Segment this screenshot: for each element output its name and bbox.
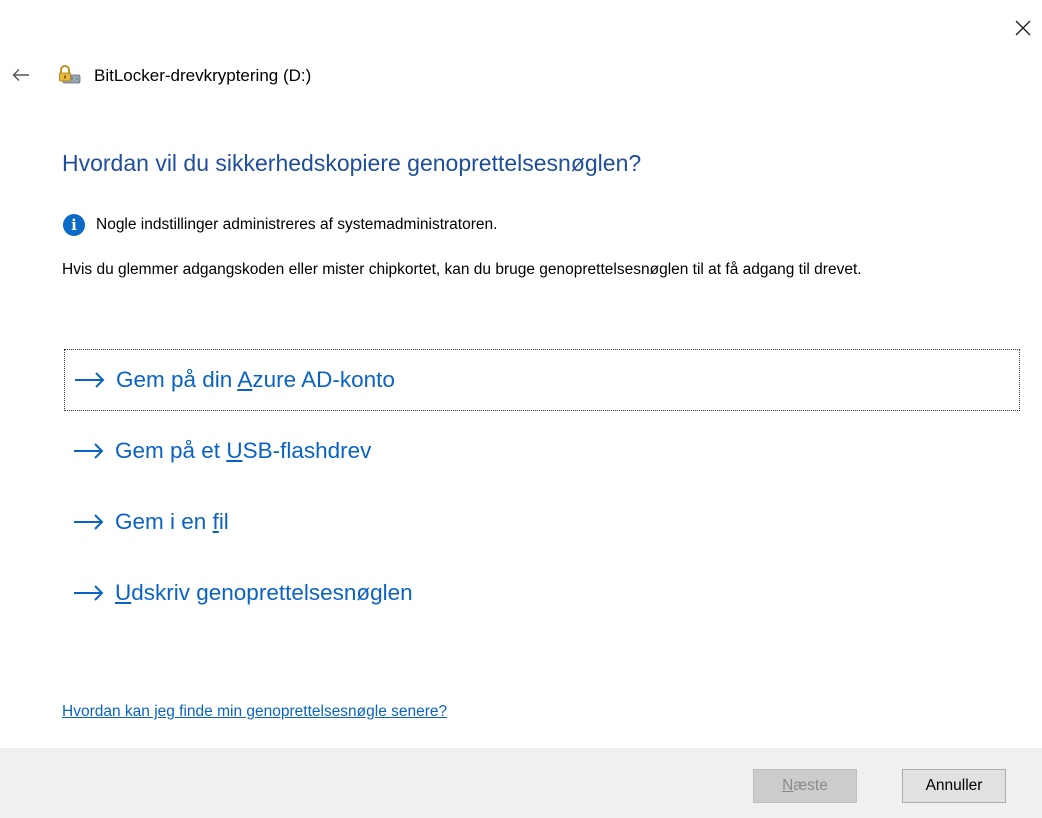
help-link[interactable]: Hvordan kan jeg finde min genoprettelses… [62,703,447,721]
arrow-right-icon [74,585,104,601]
admin-notice: i Nogle indstillinger administreres af s… [63,214,497,236]
option-save-azure-ad[interactable]: Gem på din Azure AD-konto [64,349,1020,411]
footer-bar: Næste Annuller [0,748,1042,818]
backup-options: Gem på din Azure AD-konto Gem på et USB-… [64,349,1020,633]
option-label: Gem i en fil [115,509,229,534]
option-label: Udskriv genoprettelsesnøglen [115,580,413,605]
info-icon: i [63,214,85,236]
option-save-file[interactable]: Gem i en fil [64,491,1020,553]
option-save-usb[interactable]: Gem på et USB-flashdrev [64,420,1020,482]
back-button[interactable] [6,62,36,88]
option-label: Gem på din Azure AD-konto [116,367,395,392]
arrow-right-icon [74,443,104,459]
back-arrow-icon [12,69,29,81]
option-label: Gem på et USB-flashdrev [115,438,372,463]
close-button[interactable] [1005,10,1041,46]
next-button-label: Næste [782,777,828,794]
arrow-right-icon [74,514,104,530]
next-button[interactable]: Næste [753,769,857,803]
bitlocker-drive-icon [58,63,82,87]
option-print-key[interactable]: Udskriv genoprettelsesnøglen [64,562,1020,624]
close-icon [1015,20,1031,36]
cancel-button[interactable]: Annuller [902,769,1006,803]
description-text: Hvis du glemmer adgangskoden eller miste… [62,261,862,278]
window-title: BitLocker-drevkryptering (D:) [94,66,312,85]
arrow-right-icon [75,372,105,388]
admin-notice-text: Nogle indstillinger administreres af sys… [96,216,498,233]
page-heading: Hvordan vil du sikkerhedskopiere genopre… [62,150,642,176]
